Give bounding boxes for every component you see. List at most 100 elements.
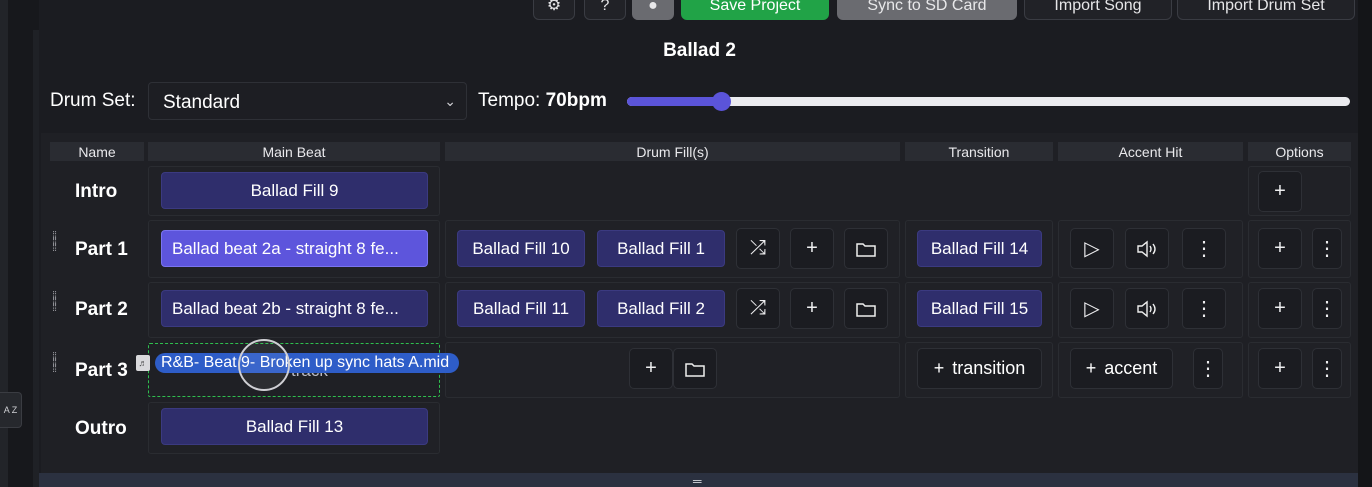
plus-icon: +	[645, 357, 657, 379]
accent-more-button[interactable]: ⋮	[1182, 288, 1226, 329]
row-options-button[interactable]: ⋮	[1312, 288, 1342, 329]
row-name-part-2: Part 2	[75, 299, 128, 320]
open-fill-folder-button[interactable]	[673, 348, 717, 389]
tempo-slider-thumb[interactable]	[711, 92, 731, 111]
row-name-intro: Intro	[75, 181, 118, 202]
help-icon-button[interactable]: ?	[584, 0, 626, 20]
add-row-button[interactable]: +	[1258, 288, 1302, 329]
volume-icon	[1137, 240, 1156, 257]
transition-part-2[interactable]: Ballad Fill 15	[917, 290, 1042, 327]
play-icon: ▷	[1084, 238, 1100, 260]
plus-icon: +	[1274, 357, 1286, 379]
shuffle-fills-button[interactable]: ⤮	[736, 228, 780, 269]
column-header-name: Name	[50, 142, 144, 161]
plus-icon: +	[1085, 358, 1097, 378]
more-vertical-icon: ⋮	[1194, 298, 1214, 320]
drum-set-value: Standard	[163, 92, 241, 113]
drum-set-label: Drum Set:	[50, 90, 136, 111]
drum-set-select[interactable]: Standard ⌄	[148, 82, 467, 120]
main-beat-part-2[interactable]: Ballad beat 2b - straight 8 fe...	[161, 290, 428, 327]
top-toolbar: ⚙ ? ● Save Project Sync to SD Card Impor…	[39, 0, 1360, 20]
row-options-button[interactable]: ⋮	[1312, 228, 1342, 269]
song-editor-panel: ⚙ ? ● Save Project Sync to SD Card Impor…	[39, 0, 1360, 487]
add-transition-label: transition	[952, 358, 1026, 378]
volume-icon	[1137, 300, 1156, 317]
add-row-button[interactable]: +	[1258, 228, 1302, 269]
column-header-transition: Transition	[905, 142, 1053, 161]
add-fill-button[interactable]: +	[790, 228, 834, 269]
add-transition-button[interactable]: + transition	[917, 348, 1042, 389]
folder-icon	[685, 362, 705, 377]
plus-icon: +	[1274, 237, 1286, 259]
cursor-highlight	[238, 339, 290, 391]
add-fill-button[interactable]: +	[790, 288, 834, 329]
add-row-button[interactable]: +	[1258, 348, 1302, 389]
column-header-main-beat: Main Beat	[148, 142, 440, 161]
accent-more-button[interactable]: ⋮	[1193, 348, 1223, 389]
row-name-part-1: Part 1	[75, 239, 128, 260]
row-name-outro: Outro	[75, 418, 127, 439]
resize-handle-icon[interactable]: ═	[693, 474, 702, 487]
gear-icon: ⚙	[546, 0, 562, 14]
main-beat-outro[interactable]: Ballad Fill 13	[161, 408, 428, 445]
plus-icon: +	[806, 237, 818, 259]
chevron-down-icon: ⌄	[444, 93, 456, 109]
fill-part-2-a[interactable]: Ballad Fill 11	[457, 290, 585, 327]
accent-more-button[interactable]: ⋮	[1182, 228, 1226, 269]
settings-icon-button[interactable]: ⚙	[533, 0, 575, 20]
add-accent-button[interactable]: + accent	[1070, 348, 1173, 389]
record-icon: ●	[648, 0, 658, 14]
plus-icon: +	[1274, 297, 1286, 319]
song-title: Ballad 2	[663, 40, 736, 61]
drag-handle-icon[interactable]: ⁞⁞ ⁞⁞ ⁞⁞	[52, 231, 62, 259]
shuffle-fills-button[interactable]: ⤮	[736, 288, 780, 329]
open-fill-folder-button[interactable]	[844, 228, 888, 269]
main-beat-part-1[interactable]: Ballad beat 2a - straight 8 fe...	[161, 230, 428, 267]
play-accent-button[interactable]: ▷	[1070, 288, 1114, 329]
main-beat-intro[interactable]: Ballad Fill 9	[161, 172, 428, 209]
tempo-label: Tempo: 70bpm	[478, 90, 607, 112]
fill-part-1-a[interactable]: Ballad Fill 10	[457, 230, 585, 267]
folder-icon	[856, 242, 876, 257]
column-header-accent-hit: Accent Hit	[1058, 142, 1243, 161]
drag-handle-icon[interactable]: ⁞⁞ ⁞⁞ ⁞⁞	[52, 352, 62, 380]
folder-icon	[856, 302, 876, 317]
record-icon-button[interactable]: ●	[632, 0, 674, 20]
add-row-button[interactable]: +	[1258, 171, 1302, 212]
play-icon: ▷	[1084, 298, 1100, 320]
tempo-value: 70bpm	[545, 90, 607, 111]
accent-volume-button[interactable]	[1125, 228, 1169, 269]
sync-sd-card-button[interactable]: Sync to SD Card	[837, 0, 1017, 20]
save-project-button[interactable]: Save Project	[681, 0, 829, 20]
more-vertical-icon: ⋮	[1317, 238, 1337, 260]
import-song-button[interactable]: Import Song	[1024, 0, 1172, 20]
play-accent-button[interactable]: ▷	[1070, 228, 1114, 269]
drag-handle-icon[interactable]: ⁞⁞ ⁞⁞ ⁞⁞	[52, 291, 62, 319]
more-vertical-icon: ⋮	[1317, 358, 1337, 380]
plus-icon: +	[1274, 180, 1286, 202]
shuffle-icon: ⤮	[750, 237, 766, 259]
accent-volume-button[interactable]	[1125, 288, 1169, 329]
fill-part-1-b[interactable]: Ballad Fill 1	[597, 230, 725, 267]
add-accent-label: accent	[1104, 358, 1158, 378]
more-vertical-icon: ⋮	[1194, 238, 1214, 260]
dragged-file-chip[interactable]: R&B- Beat 9- Broken up sync hats A.mid	[155, 353, 460, 373]
import-drum-set-button[interactable]: Import Drum Set	[1177, 0, 1355, 20]
column-header-drum-fills: Drum Fill(s)	[445, 142, 900, 161]
column-header-options: Options	[1248, 142, 1351, 161]
transition-part-1[interactable]: Ballad Fill 14	[917, 230, 1042, 267]
music-file-icon: ♬	[136, 355, 150, 371]
more-vertical-icon: ⋮	[1317, 298, 1337, 320]
plus-icon: +	[933, 358, 945, 378]
open-fill-folder-button[interactable]	[844, 288, 888, 329]
row-name-part-3: Part 3	[75, 360, 128, 381]
fill-part-2-b[interactable]: Ballad Fill 2	[597, 290, 725, 327]
tempo-label-text: Tempo:	[478, 90, 541, 111]
row-options-button[interactable]: ⋮	[1312, 348, 1342, 389]
right-scrollbar[interactable]	[1358, 0, 1372, 487]
add-fill-button[interactable]: +	[629, 348, 673, 389]
help-icon: ?	[600, 0, 610, 14]
plus-icon: +	[806, 297, 818, 319]
tempo-slider[interactable]	[627, 92, 1350, 111]
sort-az-tab[interactable]: A Z	[0, 392, 22, 428]
